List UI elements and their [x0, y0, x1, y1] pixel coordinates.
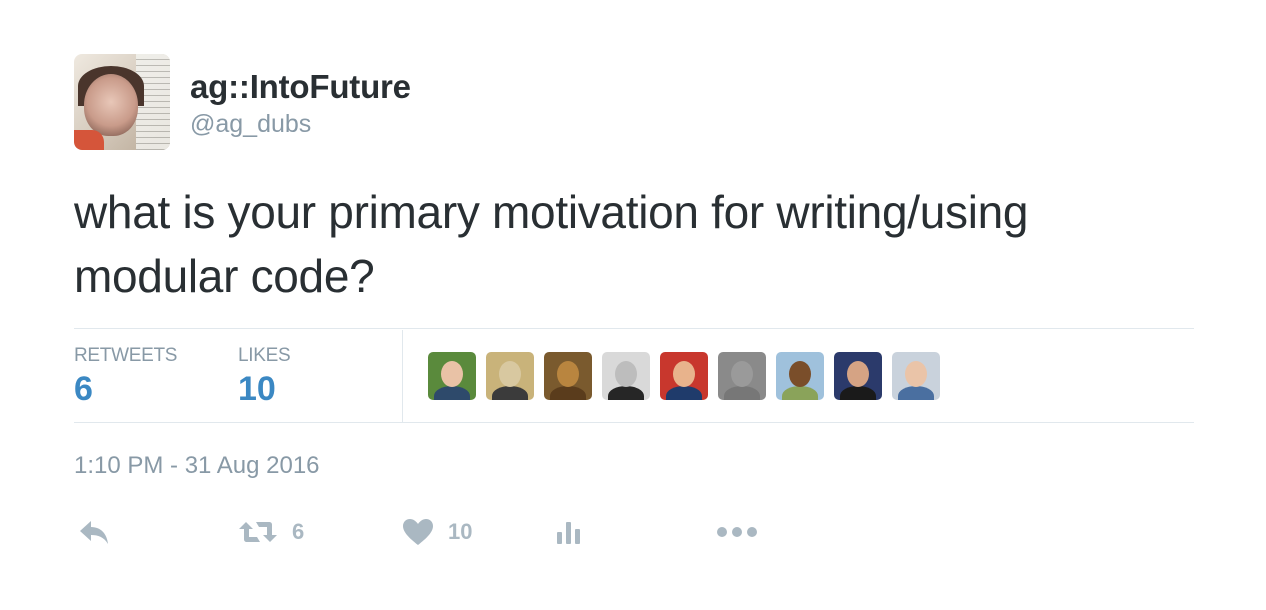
- analytics-icon: [556, 519, 582, 545]
- avatar-head: [847, 361, 869, 387]
- liker-avatar-1[interactable]: [428, 352, 476, 400]
- tweet-card: ag::IntoFuture @ag_dubs what is your pri…: [0, 0, 1266, 610]
- user-display-name[interactable]: ag::IntoFuture: [190, 68, 411, 106]
- like-button[interactable]: 10: [402, 514, 472, 550]
- stats-top-divider: [74, 328, 1194, 329]
- likes-label[interactable]: LIKES: [238, 345, 291, 367]
- tweet-text: what is your primary motivation for writ…: [74, 186, 1029, 302]
- avatar-shoulders: [898, 386, 934, 400]
- liker-avatar-9[interactable]: [892, 352, 940, 400]
- heart-icon: [402, 518, 434, 546]
- avatar-shoulders: [608, 386, 644, 400]
- avatar-shoulders: [782, 386, 818, 400]
- liker-avatar-6[interactable]: [718, 352, 766, 400]
- liker-avatar-7[interactable]: [776, 352, 824, 400]
- more-icon: [716, 526, 758, 538]
- retweets-label[interactable]: RETWEETS: [74, 345, 177, 367]
- retweets-count[interactable]: 6: [74, 370, 93, 409]
- avatar-head: [789, 361, 811, 387]
- avatar-hand: [74, 130, 104, 150]
- more-button[interactable]: [716, 514, 758, 550]
- avatar-head: [905, 361, 927, 387]
- retweet-button[interactable]: 6: [238, 514, 304, 550]
- avatar-shoulders: [550, 386, 586, 400]
- reply-button[interactable]: [78, 514, 110, 550]
- avatar-head: [441, 361, 463, 387]
- liker-avatar-5[interactable]: [660, 352, 708, 400]
- avatar-shoulders: [666, 386, 702, 400]
- avatar-head: [731, 361, 753, 387]
- likes-count[interactable]: 10: [238, 370, 276, 409]
- avatar-shoulders: [840, 386, 876, 400]
- retweet-count: 6: [292, 519, 305, 544]
- reply-icon: [78, 519, 110, 545]
- user-handle[interactable]: @ag_dubs: [190, 110, 311, 139]
- avatar-shoulders: [434, 386, 470, 400]
- liker-avatar-8[interactable]: [834, 352, 882, 400]
- avatar-head: [499, 361, 521, 387]
- liker-avatar-2[interactable]: [486, 352, 534, 400]
- avatar-head: [557, 361, 579, 387]
- avatar-shoulders: [492, 386, 528, 400]
- avatar-head: [673, 361, 695, 387]
- like-count: 10: [448, 519, 473, 544]
- retweet-icon: [238, 520, 278, 544]
- analytics-button[interactable]: [556, 514, 582, 550]
- liker-avatar-4[interactable]: [602, 352, 650, 400]
- user-avatar[interactable]: [74, 54, 170, 150]
- stats-bottom-divider: [74, 422, 1194, 423]
- avatar-face: [84, 74, 138, 136]
- avatar-shoulders: [724, 386, 760, 400]
- avatar-head: [615, 361, 637, 387]
- liker-avatar-3[interactable]: [544, 352, 592, 400]
- stats-vertical-divider: [402, 330, 403, 422]
- tweet-timestamp[interactable]: 1:10 PM - 31 Aug 2016: [74, 452, 320, 480]
